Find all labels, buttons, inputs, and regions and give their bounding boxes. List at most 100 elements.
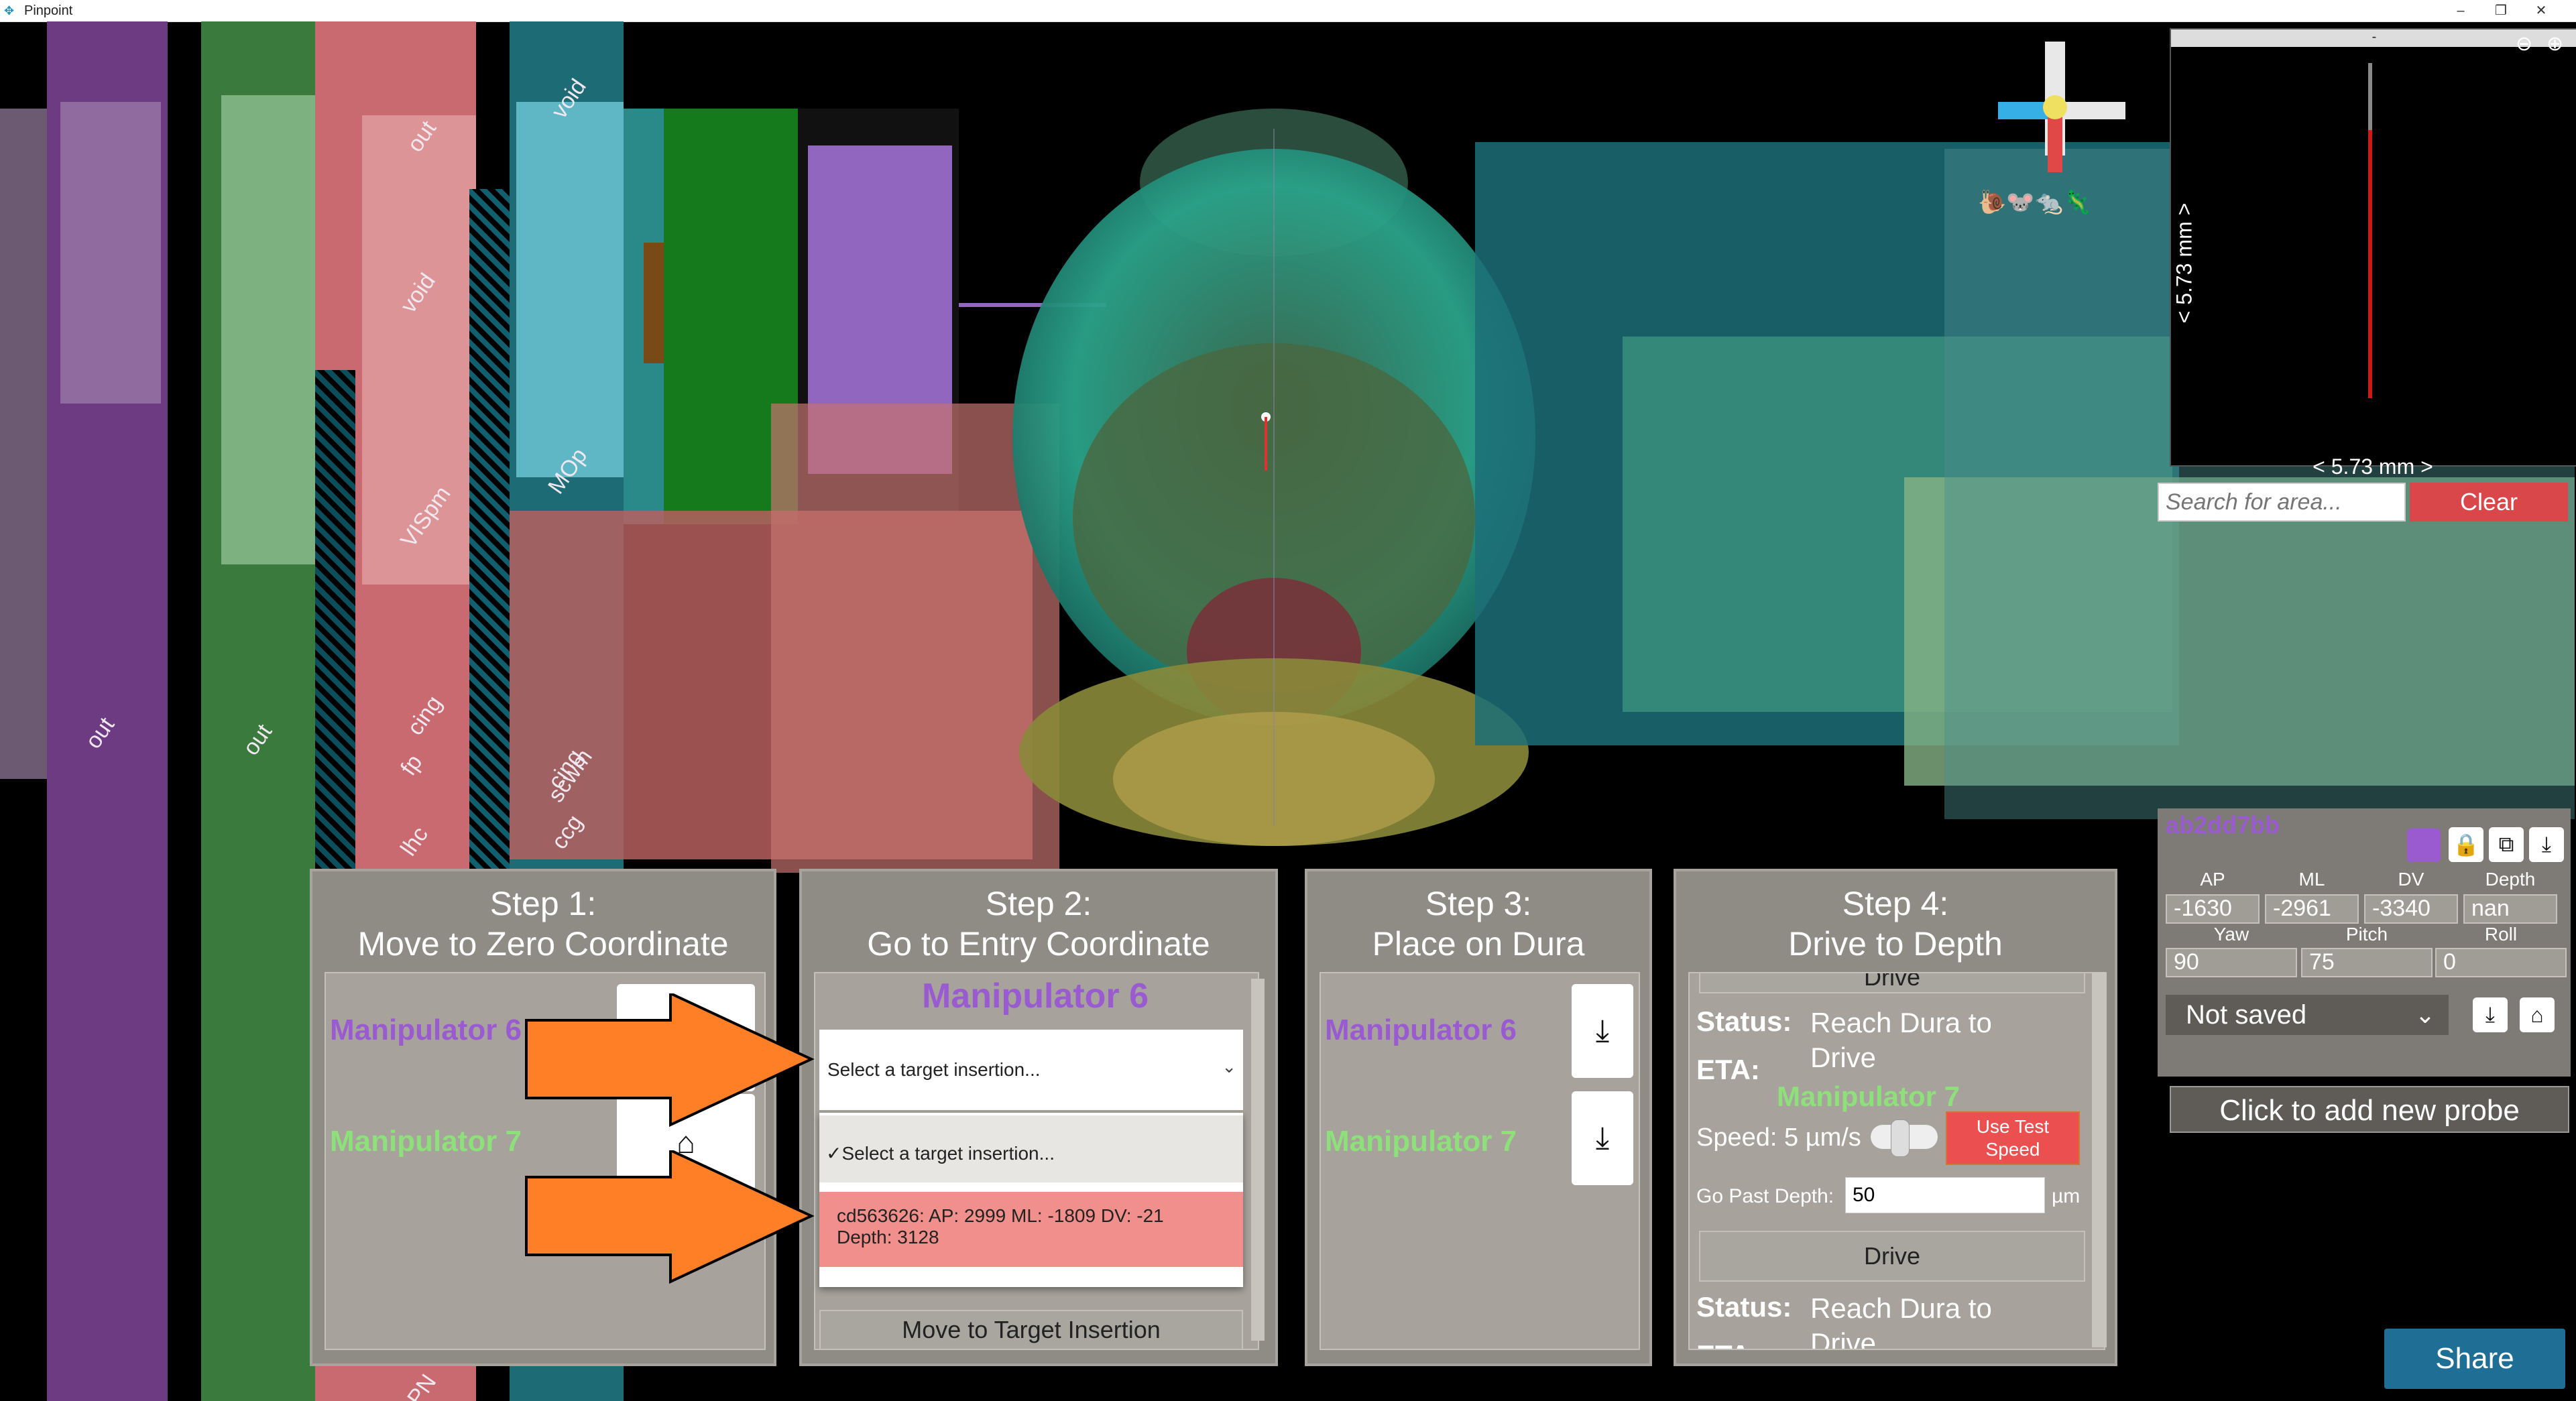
depth-field[interactable]: nan — [2463, 894, 2557, 924]
step3-title-line2: Place on Dura — [1372, 925, 1585, 963]
dv-field[interactable]: -3340 — [2364, 894, 2458, 924]
zoom-in-icon[interactable]: ⊕ — [2546, 32, 2563, 56]
drive-button[interactable]: Drive — [1699, 1231, 2085, 1282]
place-on-dura-icon: ⤓ — [1595, 1013, 1610, 1048]
status2-value: Reach Dura to Drive — [1810, 1292, 1992, 1350]
status-value: Reach Dura to Drive — [1810, 1007, 1992, 1073]
atlas-slice — [516, 102, 624, 477]
close-button[interactable]: ✕ — [2521, 1, 2561, 20]
speed-toggle-knob[interactable] — [1891, 1119, 1910, 1157]
step4-content: Drive Status: Reach Dura to Drive ETA: M… — [1688, 972, 2105, 1350]
status2-label: Status: — [1696, 1291, 1792, 1323]
dura-manipulator-6-button[interactable]: ⤓ — [1572, 984, 1633, 1078]
manipulator-6-label: Manipulator 6 — [330, 1014, 522, 1046]
annotation-arrow-icon — [525, 1150, 815, 1284]
place-on-dura-icon: ⤓ — [1595, 1120, 1610, 1155]
step3-title-line1: Step 3: — [1425, 885, 1532, 922]
restore-button[interactable]: ❐ — [2481, 1, 2521, 20]
lock-icon[interactable]: 🔒 — [2449, 827, 2483, 862]
pitch-label: Pitch — [2345, 924, 2388, 945]
step1-title-line1: Step 1: — [489, 885, 597, 922]
step4-title-line1: Step 4: — [1842, 885, 1949, 922]
roll-label: Roll — [2484, 924, 2518, 945]
minimize-button[interactable]: – — [2441, 1, 2481, 20]
step4-manipulator-label: Manipulator 7 — [1777, 1081, 1960, 1112]
probe-panel: ab2dd7bb 🔒 ⧉ ⤓ AP ML DV Depth -1630 -296… — [2158, 808, 2571, 1077]
manipulator-7-label: Manipulator 7 — [1325, 1125, 1517, 1158]
clear-search-button[interactable]: Clear — [2410, 483, 2568, 522]
save-status-label: Not saved — [2186, 1000, 2307, 1030]
eta2-label: ETA: — [1696, 1339, 1760, 1349]
depth-unit-label: µm — [2052, 1185, 2081, 1207]
chevron-down-icon: ⌄ — [2414, 1001, 2435, 1028]
option-target-line2: Depth: 3128 — [837, 1227, 939, 1247]
atlas-slice — [221, 95, 322, 564]
probe-track — [2368, 63, 2372, 130]
step4-panel: Step 4: Drive to Depth Drive Status: Reac… — [1674, 869, 2117, 1366]
horizontal-scale-label: < 5.73 mm > — [2312, 454, 2433, 479]
probe-id: ab2dd7bb — [2166, 811, 2280, 839]
atlas-scene-viewport[interactable]: out void VISpm fp cing lhc out out void … — [0, 21, 2576, 1401]
manipulator-6-label: Manipulator 6 — [1325, 1014, 1517, 1046]
species-icons[interactable]: 🐌🐭🐀🦎 — [1978, 189, 2091, 216]
ap-label: AP — [2200, 869, 2225, 890]
step2-title-line1: Step 2: — [985, 885, 1092, 922]
eta-label: ETA: — [1696, 1054, 1760, 1085]
vertical-scale-label: < 5.73 mm > — [2172, 202, 2197, 324]
probe-color-swatch[interactable] — [2407, 829, 2441, 862]
step1-title-line2: Move to Zero Coordinate — [357, 925, 729, 963]
area-search-input[interactable] — [2158, 483, 2406, 522]
save-status-dropdown[interactable]: Not saved ⌄ — [2166, 995, 2449, 1035]
depth-label: Depth — [2485, 869, 2536, 890]
move-to-target-button[interactable]: Move to Target Insertion — [819, 1310, 1243, 1350]
step4-title-line2: Drive to Depth — [1788, 925, 2003, 963]
step1-title: Step 1: Move to Zero Coordinate — [312, 884, 774, 964]
home-icon[interactable]: ⌂ — [2520, 997, 2555, 1032]
pinpoint-app-icon: ✥ — [4, 4, 15, 17]
pitch-field[interactable]: 75 — [2301, 948, 2433, 977]
ap-field[interactable]: -1630 — [2166, 894, 2260, 924]
status-label: Status: — [1696, 1006, 1792, 1037]
yaw-label: Yaw — [2213, 924, 2249, 945]
step3-title: Step 3: Place on Dura — [1307, 884, 1649, 964]
target-insertion-dropdown-value: Select a target insertion... — [827, 1059, 1041, 1080]
manipulator-7-label: Manipulator 7 — [330, 1125, 522, 1158]
go-past-depth-input[interactable] — [1845, 1177, 2045, 1213]
go-past-depth-label: Go Past Depth: — [1696, 1185, 1834, 1207]
option-target-line1: cd563626: AP: 2999 ML: -1809 DV: -21 — [837, 1205, 1164, 1226]
yaw-field[interactable]: 90 — [2166, 948, 2297, 977]
step2-title: Step 2: Go to Entry Coordinate — [802, 884, 1275, 964]
dura-manipulator-7-button[interactable]: ⤓ — [1572, 1091, 1633, 1185]
save-probe-icon[interactable]: ⤓ — [2473, 997, 2508, 1032]
axis-gizmo[interactable] — [1985, 35, 2132, 196]
step4-title: Step 4: Drive to Depth — [1676, 884, 2115, 964]
copy-icon[interactable]: ⧉ — [2489, 827, 2524, 862]
step2-manipulator-label: Manipulator 6 — [921, 977, 1149, 1016]
title-bar: ✥ Pinpoint – ❐ ✕ — [0, 0, 2576, 22]
minimap-panel[interactable]: - ⊖ ⊕ < 5.73 mm > — [2170, 28, 2576, 467]
target-insertion-dropdown[interactable]: Select a target insertion... ⌄ — [819, 1030, 1243, 1110]
option-placeholder-label: Select a target insertion... — [841, 1143, 1055, 1164]
check-icon: ✓ — [826, 1143, 842, 1164]
zoom-out-icon[interactable]: ⊖ — [2516, 32, 2532, 56]
ml-field[interactable]: -2961 — [2265, 894, 2359, 924]
ml-label: ML — [2298, 869, 2325, 890]
chevron-down-icon: ⌄ — [1222, 1056, 1236, 1077]
step4-scrollbar[interactable] — [2092, 972, 2107, 1347]
option-placeholder[interactable]: ✓Select a target insertion... — [819, 1115, 1243, 1182]
step3-panel: Step 3: Place on Dura Manipulator 6 ⤓ Man… — [1305, 869, 1652, 1366]
step2-scrollbar[interactable] — [1251, 979, 1265, 1341]
step2-panel: Step 2: Go to Entry Coordinate Manipulato… — [799, 869, 1278, 1366]
export-icon[interactable]: ⤓ — [2529, 827, 2564, 862]
option-target-cd563626[interactable]: cd563626: AP: 2999 ML: -1809 DV: -21 Dep… — [819, 1192, 1243, 1267]
window-title: Pinpoint — [24, 3, 73, 18]
add-probe-button[interactable]: Click to add new probe — [2170, 1086, 2569, 1133]
atlas-slice — [60, 102, 161, 404]
step2-title-line2: Go to Entry Coordinate — [867, 925, 1210, 963]
drive-button-top[interactable]: Drive — [1699, 973, 2085, 993]
target-insertion-list: ✓Select a target insertion... cd563626: … — [819, 1113, 1243, 1287]
roll-field[interactable]: 0 — [2435, 948, 2567, 977]
annotation-arrow-icon — [525, 993, 815, 1128]
use-test-speed-button[interactable]: Use Test Speed — [1946, 1111, 2080, 1165]
share-button[interactable]: Share — [2384, 1329, 2565, 1389]
